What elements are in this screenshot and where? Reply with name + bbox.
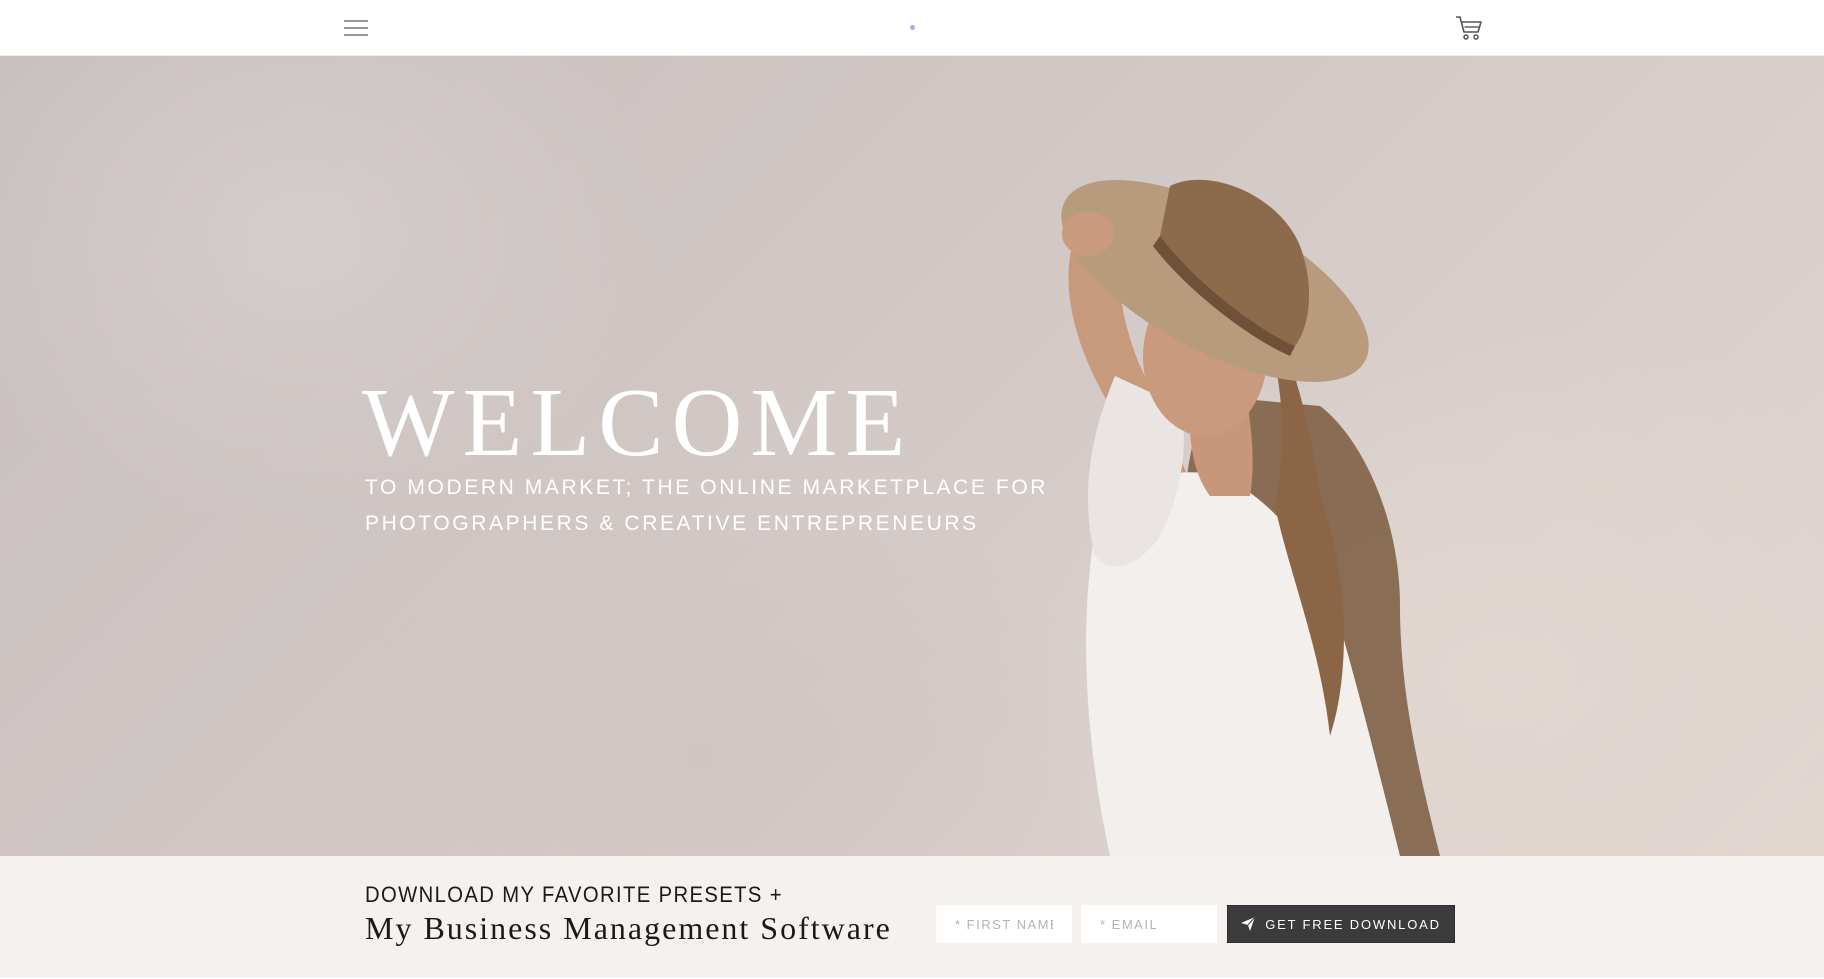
- get-free-download-button[interactable]: GET FREE DOWNLOAD: [1227, 905, 1455, 943]
- first-name-field[interactable]: [936, 905, 1072, 943]
- site-header: [0, 0, 1824, 56]
- optin-kicker: DOWNLOAD MY FAVORITE PRESETS +: [365, 882, 783, 907]
- paper-plane-icon: [1241, 917, 1256, 931]
- hero-photo-woman-in-hat: [1061, 179, 1440, 856]
- cart-button[interactable]: [1452, 12, 1486, 44]
- hero-title: WELCOME: [362, 369, 914, 477]
- hero-banner: WELCOME TO MODERN MARKET; THE ONLINE MAR…: [0, 56, 1824, 856]
- email-field[interactable]: [1081, 905, 1217, 943]
- shopping-cart-icon: [1456, 16, 1482, 40]
- optin-title: My Business Management Software: [365, 910, 892, 946]
- hamburger-menu-icon: [344, 20, 368, 36]
- newsletter-optin-bar: DOWNLOAD MY FAVORITE PRESETS + My Busine…: [0, 856, 1824, 978]
- site-logo[interactable]: [910, 25, 915, 30]
- menu-button[interactable]: [340, 14, 372, 42]
- hero-subtitle: TO MODERN MARKET; THE ONLINE MARKETPLACE…: [365, 476, 1049, 535]
- button-label: GET FREE DOWNLOAD: [1265, 916, 1441, 932]
